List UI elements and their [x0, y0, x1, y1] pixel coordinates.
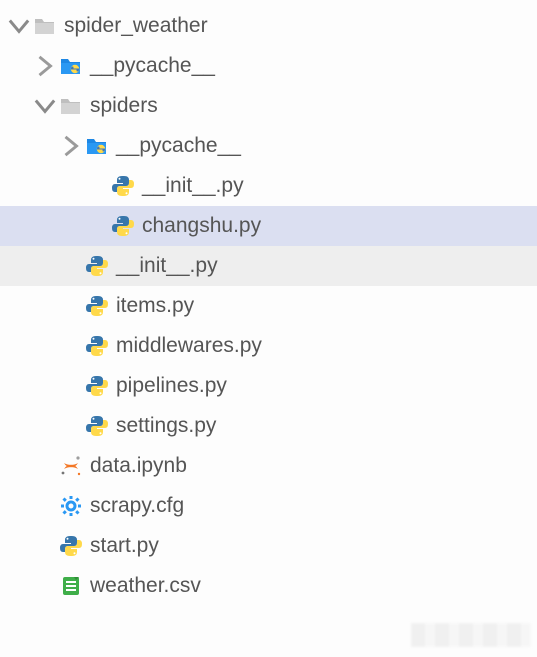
tree-item-label: settings.py [116, 414, 216, 438]
tree-folder-spider-weather[interactable]: spider_weather [0, 6, 537, 46]
python-file-icon [56, 526, 86, 566]
csv-file-icon [56, 566, 86, 606]
python-file-icon [82, 246, 112, 286]
tree-item-label: data.ipynb [90, 454, 187, 478]
python-folder-icon [82, 126, 112, 166]
tree-file-settings-py[interactable]: settings.py [0, 406, 537, 446]
tree-item-label: weather.csv [90, 574, 201, 598]
tree-file-init-py[interactable]: __init__.py [0, 166, 537, 206]
decorative-blur [411, 623, 531, 647]
python-file-icon [108, 166, 138, 206]
chevron-right-icon[interactable] [34, 46, 56, 86]
tree-folder-pycache[interactable]: __pycache__ [0, 46, 537, 86]
tree-file-items-py[interactable]: items.py [0, 286, 537, 326]
tree-file-changshu-py[interactable]: changshu.py [0, 206, 537, 246]
tree-item-label: changshu.py [142, 214, 261, 238]
tree-item-label: spider_weather [64, 14, 208, 38]
tree-item-label: items.py [116, 294, 194, 318]
python-folder-icon [56, 46, 86, 86]
chevron-right-icon[interactable] [60, 126, 82, 166]
tree-item-label: __init__.py [142, 174, 244, 198]
tree-item-label: pipelines.py [116, 374, 227, 398]
tree-file-init-py[interactable]: __init__.py [0, 246, 537, 286]
tree-item-label: middlewares.py [116, 334, 262, 358]
gear-icon [56, 486, 86, 526]
folder-icon [56, 86, 86, 126]
chevron-down-icon[interactable] [8, 6, 30, 46]
chevron-down-icon[interactable] [34, 86, 56, 126]
python-file-icon [82, 366, 112, 406]
tree-folder-pycache[interactable]: __pycache__ [0, 126, 537, 166]
tree-item-label: scrapy.cfg [90, 494, 184, 518]
tree-file-scrapy-cfg[interactable]: scrapy.cfg [0, 486, 537, 526]
tree-file-weather-csv[interactable]: weather.csv [0, 566, 537, 606]
tree-file-start-py[interactable]: start.py [0, 526, 537, 566]
python-file-icon [82, 406, 112, 446]
file-tree[interactable]: spider_weather __pycache__ spiders __pyc… [0, 0, 537, 606]
tree-item-label: __pycache__ [116, 134, 241, 158]
folder-icon [30, 6, 60, 46]
python-file-icon [82, 326, 112, 366]
python-file-icon [108, 206, 138, 246]
tree-file-middlewares-py[interactable]: middlewares.py [0, 326, 537, 366]
tree-item-label: start.py [90, 534, 159, 558]
tree-folder-spiders[interactable]: spiders [0, 86, 537, 126]
tree-file-data-ipynb[interactable]: data.ipynb [0, 446, 537, 486]
jupyter-file-icon [56, 446, 86, 486]
tree-item-label: __init__.py [116, 254, 218, 278]
tree-item-label: spiders [90, 94, 158, 118]
tree-file-pipelines-py[interactable]: pipelines.py [0, 366, 537, 406]
tree-item-label: __pycache__ [90, 54, 215, 78]
python-file-icon [82, 286, 112, 326]
